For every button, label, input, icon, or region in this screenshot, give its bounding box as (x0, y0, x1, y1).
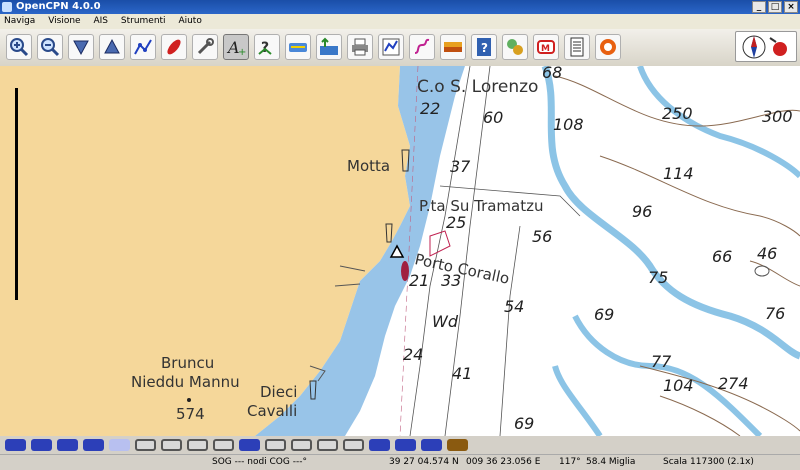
sounding: 75 (648, 268, 669, 287)
chart-canvas[interactable]: C.o S. Lorenzo Motta P.ta Su Tramatzu Po… (0, 66, 800, 436)
scale-down-icon[interactable] (68, 34, 94, 60)
menu-visione[interactable]: Visione (48, 16, 80, 26)
svg-text:+: + (238, 47, 246, 57)
sounding: 96 (632, 202, 653, 221)
scale-bar (15, 88, 18, 300)
minimize-button[interactable]: _ (752, 1, 766, 13)
settings-icon[interactable] (192, 34, 218, 60)
text-icon[interactable]: A + (223, 34, 249, 60)
sounding: 76 (765, 304, 786, 323)
place-label: Nieddu Mannu (131, 373, 240, 391)
bearing-readout: 117° (559, 457, 581, 467)
menu-aiuto[interactable]: Aiuto (178, 16, 201, 26)
sounding: 54 (504, 297, 525, 316)
chart-tile[interactable] (239, 439, 260, 451)
sounding: 21 (409, 271, 430, 290)
chart-tile[interactable] (343, 439, 364, 451)
chart-tile[interactable] (213, 439, 234, 451)
menu-bar: Naviga Visione AIS Strumenti Aiuto (0, 14, 800, 29)
route-manager-icon[interactable] (378, 34, 404, 60)
mob-icon[interactable]: M (533, 34, 559, 60)
toolbar: A + ? ? M (0, 29, 800, 67)
sounding: 77 (651, 352, 672, 371)
app-icon (2, 2, 12, 12)
close-button[interactable]: × (784, 1, 798, 13)
chart-selection-bar (0, 436, 800, 454)
sounding: 41 (452, 364, 473, 383)
chart-tile[interactable] (369, 439, 390, 451)
chart-tile[interactable] (421, 439, 442, 451)
sog-cog-readout: SOG --- nodi COG ---° (212, 457, 307, 467)
place-label: Bruncu (161, 354, 215, 372)
restore-button[interactable]: □ (768, 1, 782, 13)
sounding: 66 (712, 247, 733, 266)
sounding: 300 (762, 107, 793, 126)
window-title: OpenCPN 4.0.0 (16, 1, 101, 12)
sounding: 60 (483, 108, 504, 127)
place-label: Dieci (260, 383, 298, 401)
chart-tile-selected[interactable] (109, 439, 130, 451)
chart-tile[interactable] (187, 439, 208, 451)
menu-ais[interactable]: AIS (93, 16, 108, 26)
status-bar: SOG --- nodi COG ---° 39 27 04.574 N 009… (0, 454, 800, 470)
sounding: 274 (718, 374, 749, 393)
chart-tile[interactable] (135, 439, 156, 451)
sounding: 22 (420, 99, 441, 118)
sounding: 24 (403, 345, 424, 364)
sounding: 25 (446, 213, 467, 232)
sounding: 250 (662, 104, 693, 123)
sounding: 56 (532, 227, 553, 246)
sounding: 114 (663, 164, 694, 183)
chart-tile[interactable] (31, 439, 52, 451)
moon-icon[interactable] (440, 34, 466, 60)
sounding: 108 (553, 115, 584, 134)
current-icon[interactable] (285, 34, 311, 60)
chart-tile[interactable] (395, 439, 416, 451)
sounding: 104 (663, 376, 694, 395)
ais-icon[interactable] (502, 34, 528, 60)
title-bar: OpenCPN 4.0.0 _ □ × (0, 0, 800, 14)
log-icon[interactable] (564, 34, 590, 60)
tide-icon[interactable]: ? (254, 34, 280, 60)
sounding: 69 (594, 305, 615, 324)
ship-icon[interactable] (161, 34, 187, 60)
chart-tile[interactable] (161, 439, 182, 451)
longitude-readout: 009 36 23.056 E (466, 457, 541, 467)
chart-tile[interactable] (291, 439, 312, 451)
place-label: Cavalli (247, 402, 298, 420)
place-label: Motta (347, 157, 391, 175)
zoom-in-icon[interactable] (6, 34, 32, 60)
chart-tile[interactable] (265, 439, 286, 451)
compass-icon[interactable] (735, 31, 797, 62)
svg-text:M: M (541, 44, 550, 54)
color-scheme-icon[interactable] (316, 34, 342, 60)
chart-tile[interactable] (447, 439, 468, 451)
place-label: C.o S. Lorenzo (417, 77, 539, 97)
sounding: 68 (542, 66, 563, 82)
chart-tile[interactable] (57, 439, 78, 451)
sounding: 69 (514, 414, 535, 433)
help-icon[interactable]: ? (471, 34, 497, 60)
chart-tile[interactable] (83, 439, 104, 451)
svg-text:?: ? (481, 41, 488, 55)
print-icon[interactable] (347, 34, 373, 60)
sounding: 33 (441, 271, 462, 290)
place-label: 574 (176, 405, 205, 423)
lifebuoy-icon[interactable] (595, 34, 621, 60)
sounding: 46 (757, 244, 778, 263)
place-label: Wd (432, 312, 458, 331)
scale-up-icon[interactable] (99, 34, 125, 60)
track-icon[interactable] (409, 34, 435, 60)
sounding: 37 (450, 157, 471, 176)
chart-tile[interactable] (317, 439, 338, 451)
latitude-readout: 39 27 04.574 N (389, 457, 459, 467)
distance-readout: 58.4 Miglia (586, 457, 636, 467)
scale-readout: Scala 117300 (2.1x) (663, 457, 754, 467)
menu-naviga[interactable]: Naviga (4, 16, 35, 26)
zoom-out-icon[interactable] (37, 34, 63, 60)
chart-tile[interactable] (5, 439, 26, 451)
menu-strumenti[interactable]: Strumenti (121, 16, 166, 26)
place-label: P.ta Su Tramatzu (419, 197, 544, 215)
route-icon[interactable] (130, 34, 156, 60)
